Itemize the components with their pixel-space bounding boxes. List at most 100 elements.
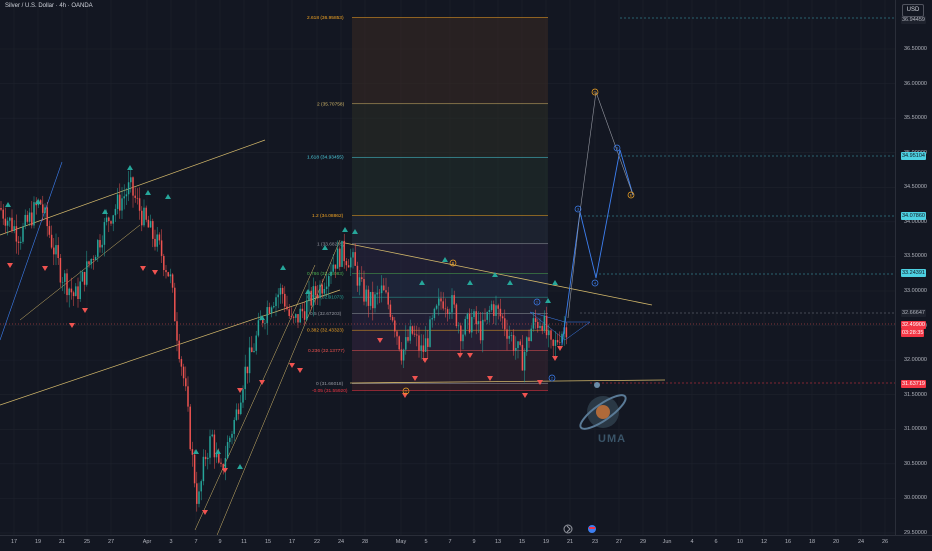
- symbol-title[interactable]: Silver / U.S. Dollar · 4h · OANDA: [5, 3, 93, 9]
- candle-body: [290, 315, 293, 317]
- sell-signal-marker: [222, 468, 228, 473]
- candle-body: [420, 345, 422, 351]
- candle-body: [213, 434, 216, 458]
- candle-body: [176, 321, 178, 341]
- candle-body: [61, 281, 64, 283]
- fib-level-label: 0.786 (33.25083): [307, 271, 344, 277]
- price-tick: 31.50000: [904, 391, 927, 398]
- candle-body: [101, 244, 103, 248]
- candle-body: [31, 212, 33, 226]
- buy-signal-marker: [145, 190, 151, 195]
- candle-body: [453, 295, 455, 305]
- candle-body: [248, 347, 251, 374]
- grey-wave-path[interactable]: [567, 91, 634, 319]
- candle-body: [42, 204, 44, 213]
- candle-body: [411, 326, 414, 334]
- price-tick: 36.00000: [904, 80, 927, 87]
- candle-body: [257, 320, 260, 336]
- candle-body: [314, 286, 317, 296]
- candle-body: [198, 491, 200, 504]
- candle-body: [275, 297, 277, 307]
- candle-body: [394, 320, 396, 332]
- candle-body: [237, 409, 240, 415]
- fib-level-label: 0.382 (32.43323): [307, 328, 344, 334]
- candle-body: [9, 217, 11, 221]
- time-tick: 16: [784, 539, 792, 545]
- time-tick: 20: [832, 539, 840, 545]
- candle-body: [482, 319, 484, 341]
- candle-body: [112, 215, 114, 224]
- buy-signal-marker: [5, 202, 11, 207]
- candle-body: [319, 284, 321, 298]
- candle-body: [59, 258, 62, 283]
- chart-canvas[interactable]: 2.618 (36.95853) 2 (35.70758) 1.618 (34.93…: [0, 0, 895, 535]
- upward-trend-line-a[interactable]: [0, 161, 63, 341]
- candle-body: [158, 234, 161, 241]
- time-tick: 9: [218, 539, 222, 545]
- candle-body: [68, 288, 70, 296]
- wave-projection[interactable]: [561, 91, 634, 346]
- rally-line-b[interactable]: [215, 239, 341, 535]
- candle-body: [332, 264, 334, 272]
- candle-body: [363, 279, 365, 302]
- candle-body: [407, 337, 409, 341]
- candle-body: [345, 261, 348, 266]
- candle-body: [55, 245, 57, 255]
- time-tick: 5: [424, 539, 428, 545]
- sell-signal-marker: [297, 368, 303, 373]
- candle-body: [4, 218, 7, 226]
- candle-body: [490, 304, 493, 311]
- buy-signal-marker: [165, 194, 171, 199]
- wave-label-text: 3: [577, 207, 580, 212]
- candle-body: [543, 315, 546, 331]
- time-tick: May: [395, 539, 407, 545]
- currency-button[interactable]: USD: [902, 4, 924, 17]
- candle-body: [464, 318, 466, 335]
- candle-body: [123, 196, 125, 199]
- time-axis[interactable]: [0, 535, 932, 551]
- sell-signal-marker: [557, 346, 563, 351]
- candle-body: [530, 328, 532, 342]
- time-tick: Jun: [662, 539, 672, 545]
- price-tick: 30.00000: [904, 495, 927, 502]
- candle-body: [499, 308, 502, 317]
- candle-body: [358, 277, 361, 286]
- price-tag: 32.66647: [901, 309, 926, 317]
- candle-body: [132, 177, 134, 196]
- blue-wave-path[interactable]: [561, 149, 634, 346]
- time-tick: 17: [288, 539, 296, 545]
- candle-body: [185, 378, 187, 387]
- fibonacci-extension[interactable]: 2.618 (36.95853) 2 (35.70758) 1.618 (34.93…: [307, 15, 548, 394]
- candle-body: [268, 307, 271, 314]
- price-chart[interactable]: 2.618 (36.95853) 2 (35.70758) 1.618 (34.93…: [0, 0, 895, 535]
- candle-body: [554, 340, 557, 346]
- candle-body: [90, 258, 92, 265]
- candle-body: [565, 327, 568, 338]
- candle-body: [127, 182, 130, 195]
- price-axis[interactable]: 36.5000036.0000035.5000035.0000034.50000…: [895, 0, 932, 536]
- candle-body: [180, 359, 183, 367]
- wave-label-text: E: [630, 193, 633, 198]
- candle-body: [455, 304, 458, 327]
- candle-body: [356, 265, 359, 286]
- candle-body: [515, 348, 517, 351]
- candle-body: [317, 295, 319, 298]
- rally-line-a[interactable]: [194, 264, 316, 531]
- candle-body: [488, 310, 491, 312]
- price-tick: 36.50000: [904, 46, 927, 52]
- candle-body: [288, 309, 290, 316]
- candle-body: [20, 241, 22, 243]
- candle-body: [2, 209, 4, 219]
- time-tick: 21: [58, 539, 66, 545]
- candle-body: [512, 335, 515, 351]
- time-tick: 22: [313, 539, 321, 545]
- candle-body: [466, 313, 469, 319]
- candle-body: [440, 298, 442, 302]
- candle-body: [556, 340, 559, 343]
- candle-body: [539, 325, 541, 328]
- fib-level-label: 0.236 (32.13777): [308, 348, 345, 354]
- candle-body: [15, 226, 18, 242]
- candle-body: [477, 321, 480, 325]
- price-tag: 34.07860: [901, 212, 926, 220]
- candle-body: [387, 292, 389, 305]
